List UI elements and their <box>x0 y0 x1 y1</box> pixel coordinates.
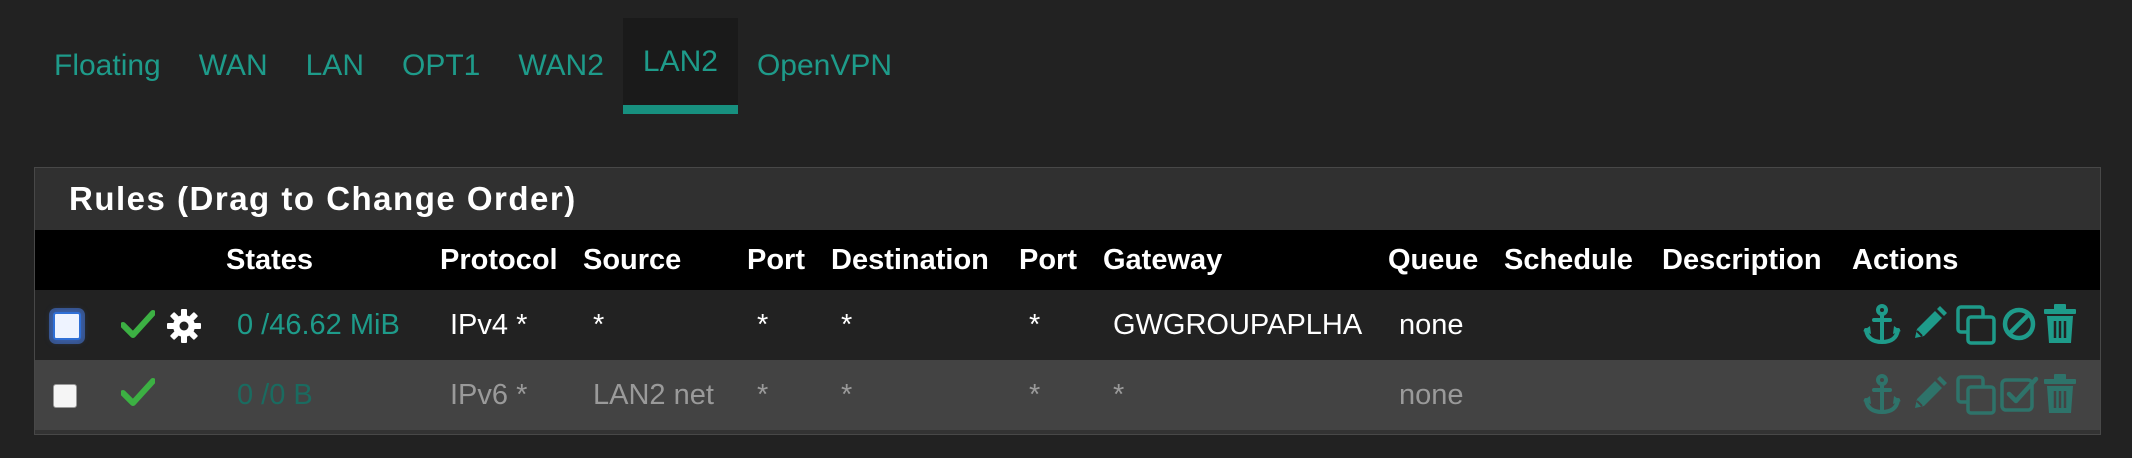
rule-destination: * <box>841 379 853 411</box>
column-queue[interactable]: Queue <box>1388 230 1478 290</box>
table-row[interactable]: 0 /46.62 MiB IPv4 * * * * * GWGROUPAPLHA… <box>35 290 2100 360</box>
rules-panel: Rules (Drag to Change Order) States Prot… <box>34 167 2101 435</box>
rule-source: * <box>593 309 605 341</box>
pencil-icon[interactable] <box>1911 376 1947 412</box>
rule-destination-port: * <box>1029 309 1041 341</box>
check-icon[interactable] <box>121 309 155 339</box>
column-protocol[interactable]: Protocol <box>440 230 558 290</box>
row-select-checkbox[interactable] <box>53 312 81 340</box>
tab-opt1[interactable]: OPT1 <box>383 18 499 114</box>
column-states[interactable]: States <box>226 230 313 290</box>
check-square-icon[interactable] <box>1999 374 2039 414</box>
column-destination[interactable]: Destination <box>831 230 989 290</box>
column-description[interactable]: Description <box>1662 230 1822 290</box>
rule-source-port: * <box>757 309 769 341</box>
tab-lan[interactable]: LAN <box>287 18 383 114</box>
tab-floating[interactable]: Floating <box>35 18 180 114</box>
check-icon[interactable] <box>121 377 155 407</box>
copy-icon[interactable] <box>1955 304 1997 346</box>
rule-gateway: * <box>1113 379 1125 411</box>
rule-queue: none <box>1399 309 1464 341</box>
trash-icon[interactable] <box>2043 304 2077 344</box>
rule-protocol: IPv4 * <box>450 309 528 341</box>
interface-tabs: Floating WAN LAN OPT1 WAN2 LAN2 OpenVPN <box>35 18 911 122</box>
tab-wan2[interactable]: WAN2 <box>499 18 623 114</box>
rule-source-port: * <box>757 379 769 411</box>
tab-wan[interactable]: WAN <box>180 18 287 114</box>
column-actions: Actions <box>1852 244 1959 276</box>
rule-states[interactable]: 0 /46.62 MiB <box>237 290 400 360</box>
column-port-destination[interactable]: Port <box>1019 230 1077 290</box>
rule-source: LAN2 net <box>593 379 714 411</box>
column-source[interactable]: Source <box>583 230 681 290</box>
pencil-icon[interactable] <box>1911 306 1947 342</box>
rule-queue: none <box>1399 379 1464 411</box>
firewall-rules-page: Floating WAN LAN OPT1 WAN2 LAN2 OpenVPN … <box>0 0 2132 458</box>
rule-destination: * <box>841 309 853 341</box>
rule-states[interactable]: 0 /0 B <box>237 360 313 430</box>
copy-icon[interactable] <box>1955 374 1997 416</box>
ban-icon[interactable] <box>2001 306 2037 342</box>
column-port-source[interactable]: Port <box>747 230 805 290</box>
gear-icon[interactable] <box>166 308 202 344</box>
anchor-icon[interactable] <box>1862 304 1902 346</box>
anchor-icon[interactable] <box>1862 374 1902 416</box>
trash-icon[interactable] <box>2043 374 2077 414</box>
rule-gateway: GWGROUPAPLHA <box>1113 309 1363 341</box>
tab-lan2[interactable]: LAN2 <box>622 18 738 114</box>
rules-table-header: States Protocol Source Port Destination … <box>35 230 2100 290</box>
panel-title: Rules (Drag to Change Order) <box>35 168 2100 230</box>
rule-protocol: IPv6 * <box>450 379 528 411</box>
column-schedule[interactable]: Schedule <box>1504 230 1633 290</box>
row-select-checkbox[interactable] <box>53 384 77 408</box>
tab-openvpn[interactable]: OpenVPN <box>738 18 911 114</box>
rule-destination-port: * <box>1029 379 1041 411</box>
column-gateway[interactable]: Gateway <box>1103 230 1222 290</box>
table-row[interactable]: 0 /0 B IPv6 * LAN2 net * * * * none <box>35 360 2100 430</box>
